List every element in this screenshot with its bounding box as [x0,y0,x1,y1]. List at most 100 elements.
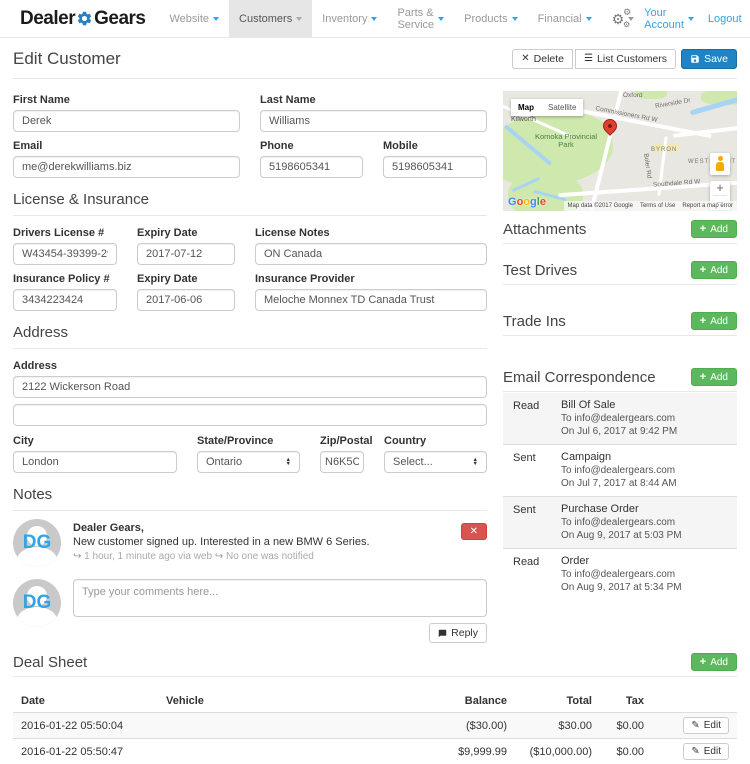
license-expiry-input[interactable] [137,243,235,265]
license-insurance-title: License & Insurance [13,191,487,208]
add-test-drive-button[interactable]: +Add [691,261,737,279]
zoom-in-button[interactable]: + [710,181,730,195]
phone-input[interactable] [260,156,363,178]
pencil-edit-icon: ✎ [691,747,699,757]
email-status: Sent [513,503,561,542]
list-customers-button[interactable]: ☰List Customers [575,49,676,69]
speech-bubble-icon [438,629,447,638]
delete-note-button[interactable]: ✕ [461,523,487,540]
nav-products[interactable]: Products [454,0,527,37]
pegman-control[interactable] [710,153,730,175]
delete-button[interactable]: ✕Delete [512,49,573,69]
insurance-provider-label: Insurance Provider [255,273,487,285]
nav-settings[interactable]: ⚙⚙⚙ [602,0,645,37]
header-divider [13,78,737,79]
mobile-input[interactable] [383,156,487,178]
add-label: Add [710,316,728,327]
deal-header-date: Date [13,690,158,713]
your-account-link[interactable]: Your Account [644,7,694,31]
email-input[interactable] [13,156,240,178]
edit-deal-button[interactable]: ✎ Edit [683,717,729,734]
deal-tax: $0.00 [600,713,652,739]
nav-customers[interactable]: Customers [229,0,312,37]
zip-postal-input[interactable] [320,451,364,473]
toolbar-button-group: ✕Delete ☰List Customers [512,49,676,69]
add-email-button[interactable]: + Add [691,368,737,386]
email-row[interactable]: Read Bill Of Sale To info@dealergears.co… [503,393,737,444]
email-subject: Purchase Order [561,503,727,516]
page-title: Edit Customer [13,49,121,69]
map-label-boler: Boler Rd [642,153,652,179]
add-deal-button[interactable]: +Add [691,653,737,671]
google-map[interactable]: Kilworth Komoka Provincial Park BYRON Co… [503,91,737,211]
comment-textarea[interactable] [73,579,487,617]
nav-inventory[interactable]: Inventory [312,0,387,37]
insurance-expiry-input[interactable] [137,289,235,311]
deal-tax: $0.00 [600,739,652,764]
add-trade-in-button[interactable]: +Add [691,312,737,330]
license-notes-input[interactable] [255,243,487,265]
add-attachment-button[interactable]: +Add [691,220,737,238]
nav-parts-service[interactable]: Parts & Service [387,0,454,37]
drivers-license-input[interactable] [13,243,117,265]
terms-of-use-link[interactable]: Terms of Use [640,203,675,209]
email-row[interactable]: Sent Purchase Order To info@dealergears.… [503,496,737,548]
select-arrows-icon: ▲▼ [473,458,478,466]
email-subject: Bill Of Sale [561,399,727,412]
insurance-policy-input[interactable] [13,289,117,311]
deal-vehicle [158,713,400,739]
report-map-error-link[interactable]: Report a map error [682,203,733,209]
insurance-provider-input[interactable] [255,289,487,311]
deal-header-balance: Balance [400,690,515,713]
deal-balance: $9,999.99 [400,739,515,764]
caret-down-icon [296,17,302,21]
logout-link[interactable]: Logout [708,13,742,25]
last-name-input[interactable] [260,110,487,132]
avatar: DG [13,579,61,627]
deal-header-tax: Tax [600,690,652,713]
satellite-button[interactable]: Satellite [541,99,583,116]
comment-composer: DG Reply [13,579,487,643]
address-line1-input[interactable] [13,376,487,398]
deal-header-actions [652,690,737,713]
country-select[interactable]: Select...▲▼ [384,451,487,473]
edit-label: Edit [704,720,721,731]
deal-header-total: Total [515,690,600,713]
address-label: Address [13,360,487,372]
note-meta: ↪ 1 hour, 1 minute ago via web ↪ No one … [73,551,449,562]
plus-icon: + [700,223,706,235]
add-label: Add [710,265,728,276]
add-label: Add [710,372,728,383]
first-name-label: First Name [13,94,240,106]
email-to: To info@dealergears.com [561,412,727,425]
nav-website[interactable]: Website [159,0,229,37]
reply-button[interactable]: Reply [429,623,487,643]
edit-deal-button[interactable]: ✎Edit [683,743,729,760]
test-drives-title: Test Drives [503,262,577,279]
trade-ins-section-header: Trade Ins +Add [503,312,737,330]
state-province-select[interactable]: Ontario▲▼ [197,451,300,473]
email-row[interactable]: Read Order To info@dealergears.com On Au… [503,548,737,600]
email-date: On Jul 6, 2017 at 9:42 PM [561,425,727,438]
list-icon: ☰ [584,54,593,64]
address-line2-input[interactable] [13,404,487,426]
plus-icon: + [700,371,706,383]
save-button[interactable]: Save [681,49,737,69]
deal-header-vehicle: Vehicle [158,690,400,713]
map-label-byron: BYRON [651,147,677,153]
nav-financial-label: Financial [538,13,582,25]
brand-logo[interactable]: Dealer Gears [0,0,159,37]
city-input[interactable] [13,451,177,473]
email-subject: Campaign [561,451,727,464]
map-data-credit: Map data ©2017 Google [568,203,633,209]
section-divider [503,391,737,392]
email-row[interactable]: Sent Campaign To info@dealergears.com On… [503,444,737,496]
section-divider [13,348,487,349]
first-name-input[interactable] [13,110,240,132]
pencil-edit-icon: ✎ [691,721,699,731]
email-status: Read [513,399,561,438]
email-to: To info@dealergears.com [561,568,727,581]
state-province-label: State/Province [197,435,300,447]
map-button[interactable]: Map [511,99,541,116]
nav-financial[interactable]: Financial [528,0,602,37]
